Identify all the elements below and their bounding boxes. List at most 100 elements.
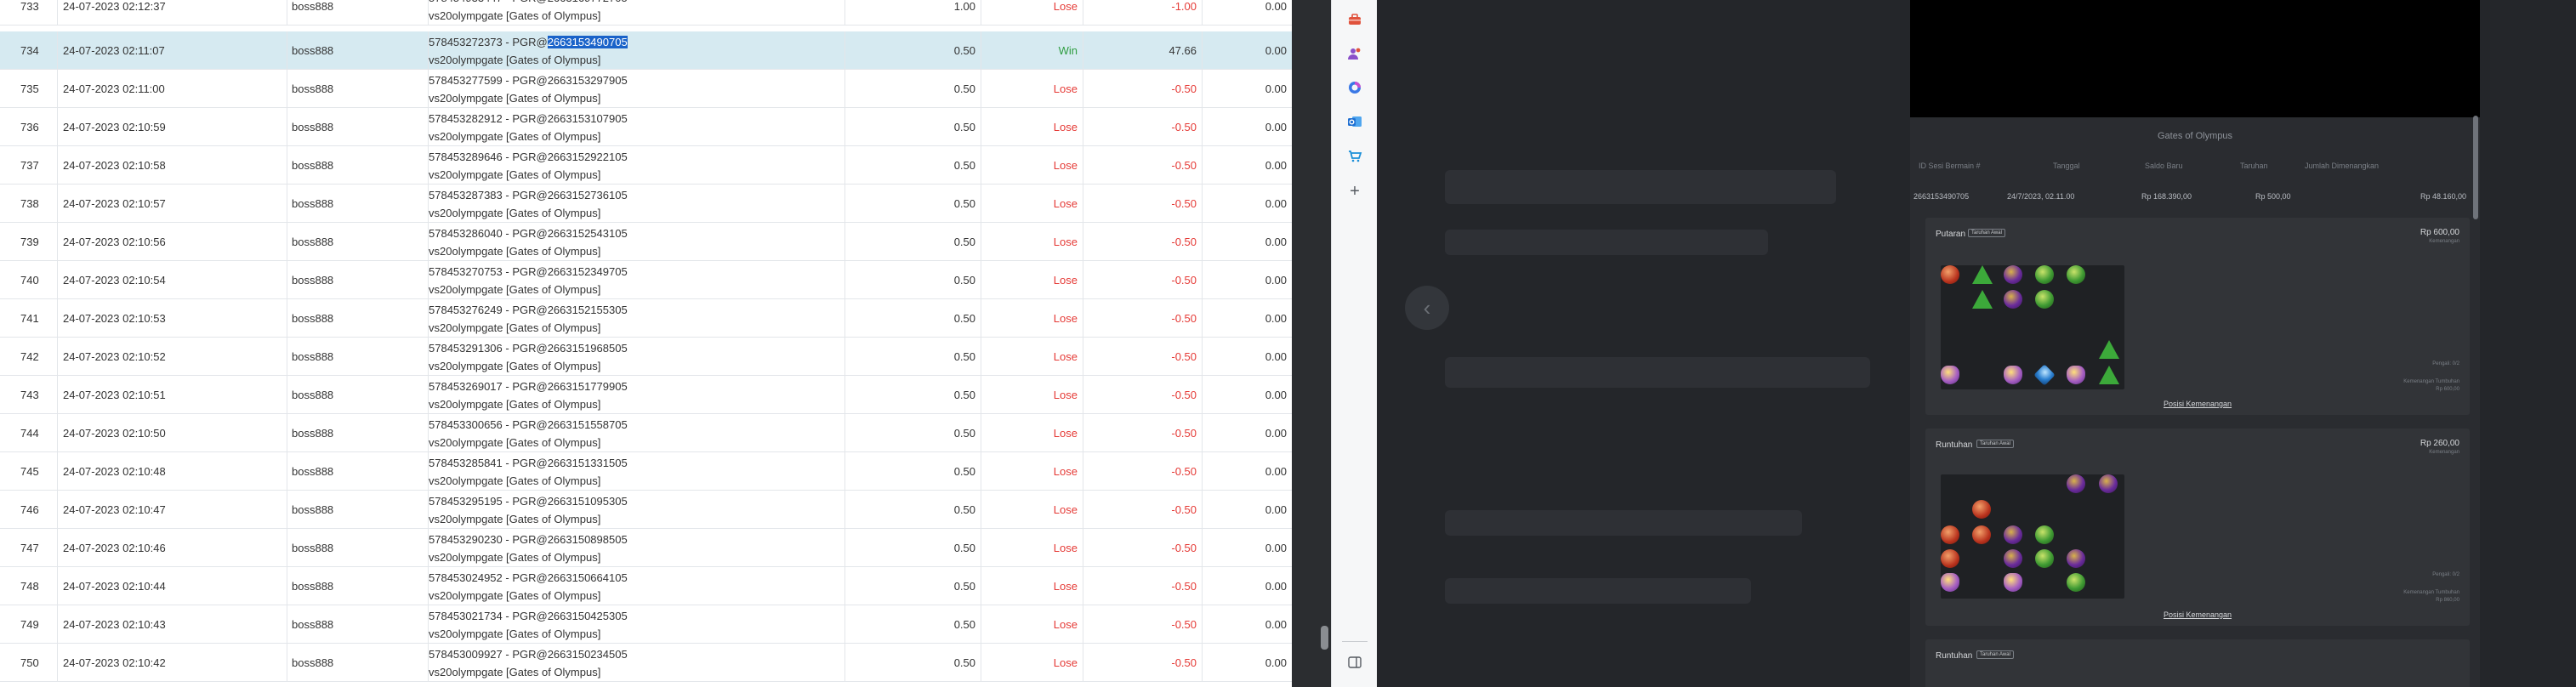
row-balance: 0.00 <box>1265 427 1287 440</box>
row-username: boss888 <box>287 0 429 26</box>
ref-prefix: 578453289646 - PGR@ <box>429 150 548 163</box>
row-balance: 0.00 <box>1265 236 1287 248</box>
row-bet: 0.50 <box>845 414 981 452</box>
ref-id: 2663151331505 <box>547 456 628 469</box>
row-result: Lose <box>981 108 1083 146</box>
table-row[interactable]: 738 24-07-2023 02:10:57 boss888 57845328738… <box>0 185 1292 223</box>
row-number: 750 <box>0 644 58 682</box>
row-date: 24-07-2023 02:10:56 <box>58 223 287 261</box>
table-row[interactable]: 736 24-07-2023 02:10:59 boss888 57845328291… <box>0 108 1292 146</box>
row-bet: 0.50 <box>845 261 981 299</box>
people-icon[interactable] <box>1344 43 1366 65</box>
ref-id: 2663151095305 <box>547 494 628 508</box>
row-number: 742 <box>0 338 58 376</box>
row-balance: 0.00 <box>1265 312 1287 325</box>
row-amount: -0.50 <box>1083 299 1203 338</box>
row-result: Lose <box>981 146 1083 185</box>
ref-id: 2663151779905 <box>547 379 628 393</box>
row-number: 746 <box>0 491 58 529</box>
row-amount: 47.66 <box>1083 31 1203 70</box>
row-username: boss888 <box>287 185 429 223</box>
row-number: 734 <box>0 31 58 70</box>
row-game: vs20olympgate [Gates of Olympus] <box>429 206 601 219</box>
row-username: boss888 <box>287 376 429 414</box>
table-row[interactable]: 740 24-07-2023 02:10:54 boss888 57845327075… <box>0 261 1292 299</box>
symbol <box>2035 549 2054 568</box>
symbol <box>1941 265 1959 284</box>
row-reference: 578453024952 - PGR@2663150664105 vs20olym… <box>429 567 845 605</box>
row-reference: 578453290230 - PGR@2663150898505 vs20olym… <box>429 529 845 567</box>
section-amount: Rp 600,00 <box>2420 228 2459 237</box>
ref-prefix: 578453300656 - PGR@ <box>429 417 548 431</box>
row-amount: -0.50 <box>1083 146 1203 185</box>
row-bet: 0.50 <box>845 338 981 376</box>
table-scrollbar-thumb[interactable] <box>1321 626 1328 650</box>
table-row[interactable]: 748 24-07-2023 02:10:44 boss888 57845302495… <box>0 567 1292 605</box>
add-icon[interactable]: + <box>1344 180 1366 202</box>
table-row[interactable]: 742 24-07-2023 02:10:52 boss888 57845329130… <box>0 338 1292 376</box>
outlook-icon[interactable] <box>1344 111 1366 133</box>
symbol <box>2004 549 2022 568</box>
row-balance: 0.00 <box>1265 503 1287 516</box>
popup-scrollbar-thumb[interactable] <box>2473 116 2478 219</box>
table-row[interactable]: 743 24-07-2023 02:10:51 boss888 57845326901… <box>0 376 1292 414</box>
row-amount: -0.50 <box>1083 452 1203 491</box>
table-row[interactable]: 73324-07-2023 02:12:37boss88857845493344… <box>0 0 1292 26</box>
table-row[interactable]: 746 24-07-2023 02:10:47 boss888 57845329519… <box>0 491 1292 529</box>
header-bet: Taruhan <box>2240 162 2268 170</box>
table-row[interactable]: 745 24-07-2023 02:10:48 boss888 57845328584… <box>0 452 1292 491</box>
row-game: vs20olympgate [Gates of Olympus] <box>429 167 601 181</box>
ref-prefix: 578453295195 - PGR@ <box>429 494 548 508</box>
row-bet: 0.50 <box>845 108 981 146</box>
table-row[interactable]: 737 24-07-2023 02:10:58 boss888 57845328964… <box>0 146 1292 185</box>
table-row[interactable]: 734 24-07-2023 02:11:07 boss888 57845327237… <box>0 31 1292 70</box>
row-username: boss888 <box>287 529 429 567</box>
row-game: vs20olympgate [Gates of Olympus] <box>429 9 601 22</box>
table-row[interactable]: 747 24-07-2023 02:10:46 boss888 57845329023… <box>0 529 1292 567</box>
row-date: 24-07-2023 02:10:48 <box>58 452 287 491</box>
row-balance: 0.00 <box>1265 465 1287 478</box>
row-bet: 0.50 <box>845 529 981 567</box>
symbol <box>1941 525 1959 544</box>
row-username: boss888 <box>287 452 429 491</box>
ref-id: 2663169772705 <box>548 0 628 4</box>
copilot-icon[interactable] <box>1344 77 1366 99</box>
table-row[interactable]: 739 24-07-2023 02:10:56 boss888 57845328604… <box>0 223 1292 261</box>
row-balance: 0.00 <box>1265 82 1287 95</box>
header-balance: Saldo Baru <box>2145 162 2183 170</box>
table-row[interactable]: 749 24-07-2023 02:10:43 boss888 57845302173… <box>0 605 1292 644</box>
table-row[interactable]: 735 24-07-2023 02:11:00 boss888 57845327759… <box>0 70 1292 108</box>
win-position-link[interactable]: Posisi Kemenangan <box>1925 610 2470 619</box>
table-row[interactable]: 750 24-07-2023 02:10:42 boss888 57845300992… <box>0 644 1292 682</box>
symbol <box>1972 525 1991 544</box>
row-number: 740 <box>0 261 58 299</box>
table-row[interactable]: 744 24-07-2023 02:10:50 boss888 57845330065… <box>0 414 1292 452</box>
symbol <box>2099 340 2119 359</box>
row-game: vs20olympgate [Gates of Olympus] <box>429 91 601 105</box>
row-bet: 0.50 <box>845 185 981 223</box>
row-result: Lose <box>981 338 1083 376</box>
row-result: Lose <box>981 70 1083 108</box>
shopping-icon[interactable] <box>1344 145 1366 167</box>
value-session-id: 2663153490705 <box>1914 192 1970 201</box>
cascade-section: Runtuhan Taruhan Awal <box>1925 639 2470 687</box>
row-amount: -0.50 <box>1083 261 1203 299</box>
section-badge: Taruhan Awal <box>1976 440 2014 448</box>
symbol <box>2099 366 2119 384</box>
row-game: vs20olympgate [Gates of Olympus] <box>429 512 601 525</box>
row-result: Lose <box>981 529 1083 567</box>
row-date: 24-07-2023 02:10:51 <box>58 376 287 414</box>
back-button[interactable]: ‹ <box>1405 286 1449 330</box>
table-row[interactable]: 741 24-07-2023 02:10:53 boss888 57845327624… <box>0 299 1292 338</box>
win-position-link[interactable]: Posisi Kemenangan <box>1925 400 2470 408</box>
sidebar-toggle-icon[interactable] <box>1344 651 1366 673</box>
row-bet: 0.50 <box>845 644 981 682</box>
row-reference: 578453289646 - PGR@2663152922105 vs20olym… <box>429 146 845 185</box>
toolbox-icon[interactable] <box>1344 9 1366 31</box>
symbol <box>2004 573 2022 592</box>
header-session-id: ID Sesi Bermain # <box>1919 162 1981 170</box>
ref-id: 2663153297905 <box>547 73 628 87</box>
row-amount: -0.50 <box>1083 376 1203 414</box>
row-balance: 0.00 <box>1265 542 1287 554</box>
row-result: Lose <box>981 567 1083 605</box>
